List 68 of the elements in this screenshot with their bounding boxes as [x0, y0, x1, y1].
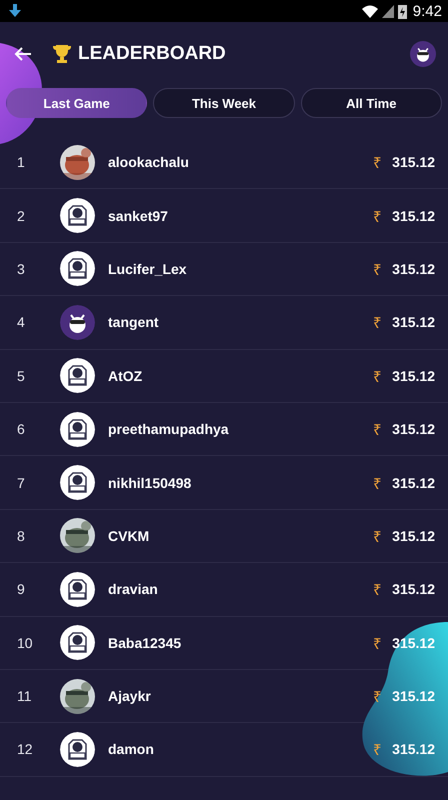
rank-number: 8	[17, 528, 26, 544]
rupee-symbol: ₹	[373, 368, 382, 386]
tab[interactable]: This Week	[153, 88, 295, 118]
player-name: tangent	[108, 314, 160, 330]
rank-number: 10	[17, 634, 34, 651]
rupee-symbol: ₹	[373, 421, 382, 440]
rank-number: 3	[17, 260, 26, 277]
player-name: alookachalu	[108, 154, 190, 170]
page-title: LEADERBOARD	[78, 43, 226, 65]
rank-number: 6	[17, 421, 26, 438]
winning-amount: 315.12	[392, 314, 435, 330]
wifi-icon	[362, 4, 378, 18]
winning-amount: 315.12	[392, 581, 435, 598]
tab[interactable]: Last Game	[6, 88, 148, 118]
rupee-symbol: ₹	[373, 154, 382, 172]
robot-avatar-icon	[60, 358, 95, 394]
player-name: Baba12345	[108, 634, 182, 651]
back-arrow-icon	[14, 46, 32, 62]
winning-amount: 315.12	[392, 154, 435, 170]
mascot-avatar-icon	[410, 41, 436, 67]
robot-avatar-icon	[60, 625, 95, 660]
rank-number: 5	[17, 368, 26, 384]
player-name: sanket97	[108, 208, 169, 224]
player-name: nikhil150498	[108, 474, 192, 491]
winning-amount: 315.12	[392, 260, 435, 277]
player-name: dravian	[108, 581, 159, 598]
rupee-symbol: ₹	[373, 528, 382, 546]
winning-amount: 315.12	[392, 368, 435, 384]
tab[interactable]: All Time	[300, 88, 442, 118]
trophy-icon	[52, 44, 72, 64]
status-time: 9:42	[412, 2, 442, 20]
signal-icon	[382, 4, 394, 18]
rupee-symbol: ₹	[373, 634, 382, 653]
rank-number: 2	[17, 208, 26, 224]
rupee-symbol: ₹	[373, 260, 382, 279]
winning-amount: 315.12	[392, 741, 435, 758]
rank-number: 12	[17, 741, 34, 758]
download-icon	[8, 4, 22, 18]
winning-amount: 315.12	[392, 474, 435, 491]
winning-amount: 315.12	[392, 208, 435, 224]
rupee-symbol: ₹	[373, 474, 382, 493]
rank-number: 4	[17, 314, 26, 330]
robot-avatar-icon	[60, 251, 95, 286]
robot-avatar-icon	[60, 412, 95, 447]
winning-amount: 315.12	[392, 528, 435, 544]
rank-number: 9	[17, 581, 26, 598]
rank-number: 11	[17, 688, 33, 704]
player-name: Lucifer_Lex	[108, 260, 188, 277]
robot-avatar-icon	[60, 465, 95, 500]
rupee-symbol: ₹	[373, 208, 382, 226]
player-name: preethamupadhya	[108, 421, 230, 438]
battery-icon	[398, 4, 407, 18]
robot-avatar-icon	[60, 198, 95, 234]
rank-number: 7	[17, 474, 26, 491]
robot-avatar-icon	[60, 572, 95, 607]
player-name: Ajaykr	[108, 688, 152, 704]
mascot-avatar-icon	[60, 304, 95, 340]
rupee-symbol: ₹	[373, 741, 382, 760]
player-name: AtOZ	[108, 368, 144, 384]
player-name: damon	[108, 741, 155, 758]
rupee-symbol: ₹	[373, 314, 382, 332]
winning-amount: 315.12	[392, 688, 435, 704]
winning-amount: 315.12	[392, 421, 435, 438]
player-name: CVKM	[108, 528, 150, 544]
rank-number: 1	[17, 154, 26, 170]
rupee-symbol: ₹	[373, 688, 382, 706]
rupee-symbol: ₹	[373, 581, 382, 600]
robot-avatar-icon	[60, 732, 95, 767]
